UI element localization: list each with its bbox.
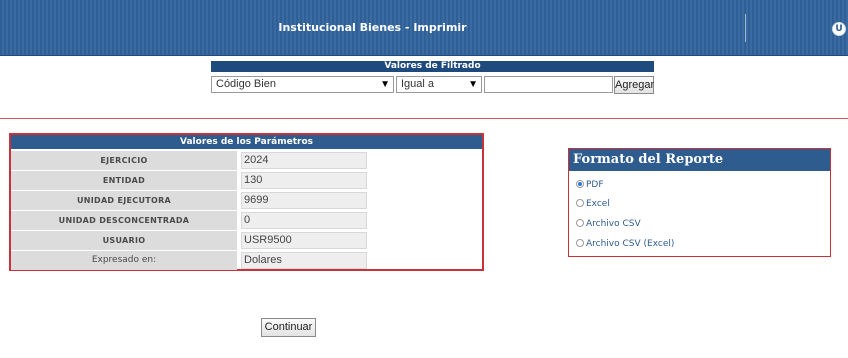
continue-button[interactable]: Continuar <box>261 318 316 337</box>
param-label: USUARIO <box>11 231 237 250</box>
param-value-field: 0 <box>241 212 367 229</box>
format-option-excel[interactable]: Excel <box>576 197 610 211</box>
format-option-label: Archivo CSV (Excel) <box>586 239 675 249</box>
chevron-down-icon: ▼ <box>468 79 478 90</box>
param-value-field: 2024 <box>241 152 367 169</box>
param-row-usuario: USUARIO USR9500 <box>11 231 482 251</box>
filter-field-value: Código Bien <box>216 78 276 90</box>
institution-logo-icon: U <box>832 22 846 36</box>
report-format-panel: Formato del Reporte PDF Excel Archivo CS… <box>568 148 831 257</box>
param-label: UNIDAD DESCONCENTRADA <box>11 211 237 230</box>
param-row-entidad: ENTIDAD 130 <box>11 171 482 191</box>
param-value-field: 9699 <box>241 192 367 209</box>
radio-selected-icon[interactable] <box>576 180 584 188</box>
report-format-title: Formato del Reporte <box>569 149 830 171</box>
parameters-panel: Valores de los Parámetros EJERCICIO 2024… <box>9 133 484 271</box>
add-filter-button[interactable]: Agregar <box>614 76 654 94</box>
banner-divider <box>745 14 746 42</box>
format-option-pdf[interactable]: PDF <box>576 178 604 192</box>
section-divider <box>0 118 848 119</box>
radio-icon[interactable] <box>576 199 584 207</box>
format-option-csv-excel[interactable]: Archivo CSV (Excel) <box>576 237 674 251</box>
param-label: EJERCICIO <box>11 151 237 170</box>
filter-field-select[interactable]: Código Bien ▼ <box>211 76 394 93</box>
format-option-label: PDF <box>586 180 604 190</box>
radio-icon[interactable] <box>576 239 584 247</box>
param-row-unidad-ejecutora: UNIDAD EJECUTORA 9699 <box>11 191 482 211</box>
format-option-csv[interactable]: Archivo CSV <box>576 217 641 231</box>
param-label: UNIDAD EJECUTORA <box>11 191 237 210</box>
parameters-title: Valores de los Parámetros <box>11 135 482 149</box>
page-title: Institucional Bienes - Imprimir <box>278 21 467 34</box>
param-value-field: Dolares <box>241 252 367 269</box>
filter-operator-select[interactable]: Igual a ▼ <box>396 76 482 93</box>
top-banner: Institucional Bienes - Imprimir U <box>0 0 848 56</box>
format-option-label: Archivo CSV <box>586 219 641 229</box>
filter-value-input[interactable] <box>484 76 613 93</box>
param-label: Expresado en: <box>11 251 237 270</box>
format-option-label: Excel <box>586 199 610 209</box>
param-value-field: 130 <box>241 172 367 189</box>
filter-operator-value: Igual a <box>401 78 435 90</box>
param-row-expresado: Expresado en: Dolares <box>11 251 482 271</box>
param-label: ENTIDAD <box>11 171 237 190</box>
filter-section-title: Valores de Filtrado <box>211 61 654 72</box>
chevron-down-icon: ▼ <box>380 79 390 90</box>
param-row-unidad-desconcentrada: UNIDAD DESCONCENTRADA 0 <box>11 211 482 231</box>
radio-icon[interactable] <box>576 219 584 227</box>
param-value-field: USR9500 <box>241 232 367 249</box>
param-row-ejercicio: EJERCICIO 2024 <box>11 151 482 171</box>
